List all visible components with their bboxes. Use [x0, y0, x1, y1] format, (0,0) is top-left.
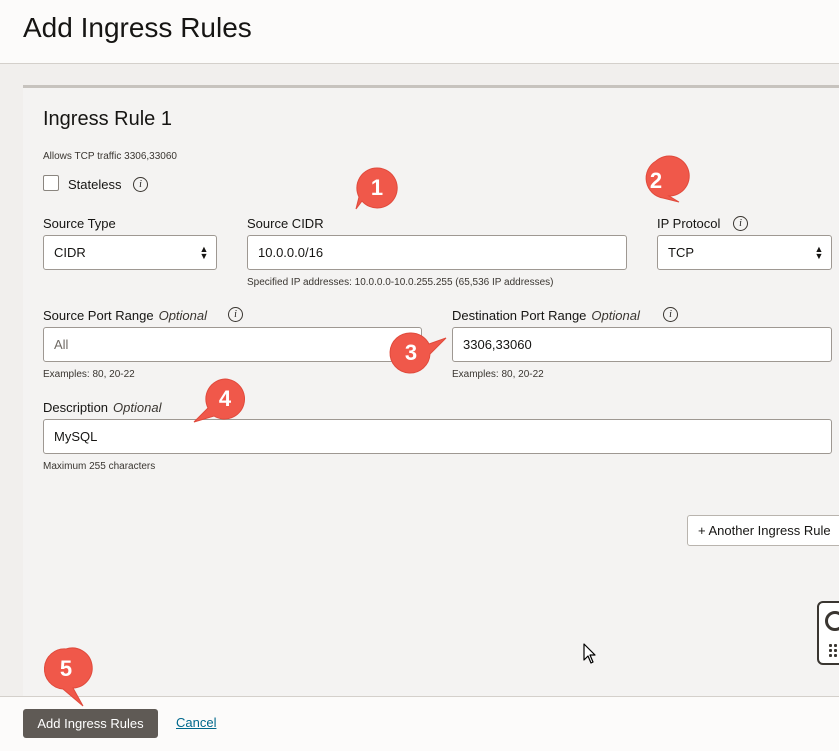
description-help: Maximum 255 characters — [43, 461, 156, 472]
source-cidr-input[interactable]: 10.0.0.0/16 — [247, 235, 627, 270]
source-port-info-icon[interactable]: i — [228, 307, 243, 322]
destination-port-info-icon[interactable]: i — [663, 307, 678, 322]
select-chevron-icon: ▲ ▼ — [814, 243, 824, 261]
source-port-placeholder: All — [54, 337, 69, 352]
ip-protocol-value: TCP — [668, 245, 694, 260]
callout-marker-5: 5 — [43, 646, 93, 707]
source-cidr-help: Specified IP addresses: 10.0.0.0-10.0.25… — [247, 277, 554, 288]
destination-port-input[interactable]: 3306,33060 — [452, 327, 832, 362]
stateless-label: Stateless — [68, 177, 122, 192]
description-value: MySQL — [54, 429, 98, 444]
select-chevron-icon: ▲ ▼ — [199, 243, 209, 261]
description-input[interactable]: MySQL — [43, 419, 832, 454]
ip-protocol-select[interactable]: TCP ▲ ▼ — [657, 235, 832, 270]
ip-protocol-label: IP Protocol — [657, 216, 721, 231]
source-type-select[interactable]: CIDR ▲ ▼ — [43, 235, 217, 270]
source-cidr-value: 10.0.0.0/16 — [258, 245, 324, 260]
dialog-title: Add Ingress Rules — [23, 12, 252, 43]
callout-marker-3: 3 — [388, 330, 447, 376]
rule-panel — [23, 85, 839, 696]
rule-subtitle: Allows TCP traffic 3306,33060 — [43, 151, 177, 162]
help-lifebuoy-icon[interactable] — [817, 601, 839, 665]
destination-port-value: 3306,33060 — [463, 337, 532, 352]
stateless-checkbox[interactable] — [43, 175, 59, 191]
cancel-link[interactable]: Cancel — [176, 715, 216, 730]
rule-title: Ingress Rule 1 — [43, 108, 172, 130]
source-cidr-label: Source CIDR — [247, 216, 324, 231]
mouse-cursor-icon — [583, 643, 597, 670]
description-label: Description Optional — [43, 400, 162, 415]
another-ingress-rule-button[interactable]: + Another Ingress Rule — [687, 515, 839, 546]
stateless-info-icon[interactable]: i — [133, 177, 148, 192]
source-type-value: CIDR — [54, 245, 86, 260]
callout-marker-4: 4 — [193, 376, 248, 423]
source-port-input[interactable]: All — [43, 327, 422, 362]
source-port-label: Source Port Range Optional — [43, 308, 207, 323]
callout-marker-2: 2 — [633, 155, 690, 204]
add-ingress-rules-button[interactable]: Add Ingress Rules — [23, 709, 158, 738]
source-type-label: Source Type — [43, 216, 116, 231]
callout-marker-1: 1 — [354, 165, 400, 211]
source-port-help: Examples: 80, 20-22 — [43, 369, 135, 380]
destination-port-label: Destination Port Range Optional — [452, 308, 640, 323]
dialog-header: Add Ingress Rules — [0, 0, 839, 64]
ip-protocol-info-icon[interactable]: i — [733, 216, 748, 231]
destination-port-help: Examples: 80, 20-22 — [452, 369, 544, 380]
